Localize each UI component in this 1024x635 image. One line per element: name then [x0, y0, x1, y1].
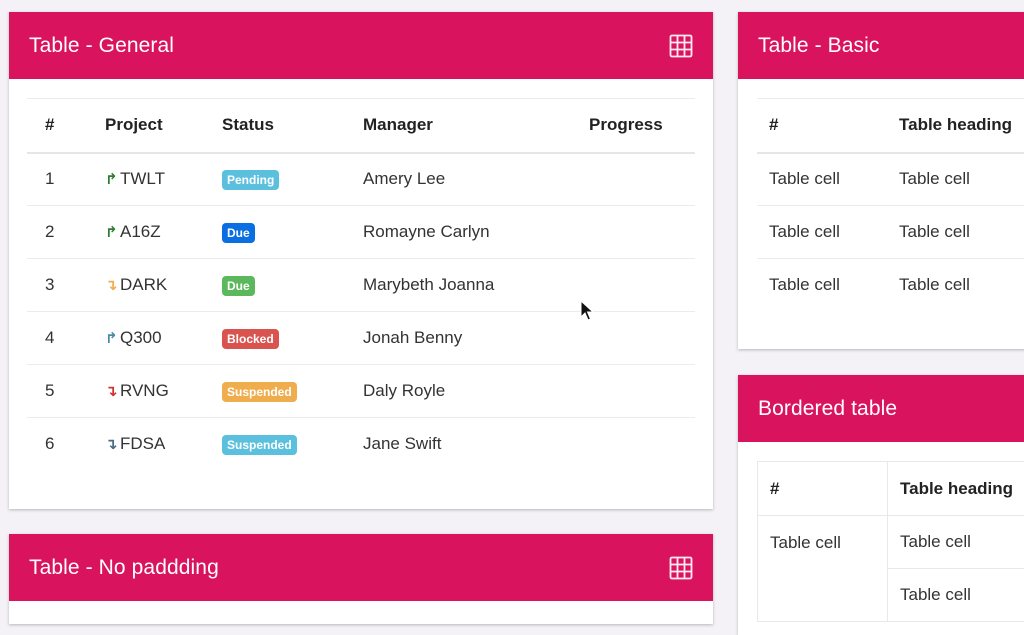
table-row: 2↱A16ZDueRomayne Carlyn — [27, 206, 695, 259]
progress-cell — [571, 259, 695, 312]
card-title: Table - No paddding — [29, 556, 219, 580]
column-header-table-heading: Table heading — [888, 462, 1024, 516]
column-header-progress: Progress — [571, 99, 695, 153]
table-no-padding-card: Table - No paddding — [9, 534, 713, 624]
project-cell: ↴FDSA — [87, 418, 204, 471]
table-header-row: # Project Status Manager Progress — [27, 99, 695, 153]
status-cell: Pending — [204, 153, 345, 206]
column-header-number: # — [758, 462, 888, 516]
project-cell: ↴RVNG — [87, 365, 204, 418]
table-row: Table cell Table cell — [757, 153, 1024, 206]
status-badge: Blocked — [222, 329, 279, 349]
project-cell: ↱Q300 — [87, 312, 204, 365]
table-cell: Table cell — [757, 259, 887, 312]
row-number: 5 — [27, 365, 87, 418]
project-name: DARK — [120, 275, 167, 295]
manager-name: Marybeth Joanna — [345, 259, 571, 312]
project-name: TWLT — [120, 169, 165, 189]
trend-up-icon: ↱ — [105, 329, 116, 347]
table-row: Table cell Table cell — [757, 206, 1024, 259]
table-cell: Table cell — [757, 153, 887, 206]
project-name: RVNG — [120, 381, 169, 401]
manager-name: Jonah Benny — [345, 312, 571, 365]
table-cell: Table cell — [757, 206, 887, 259]
table-row: 5↴RVNGSuspendedDaly Royle — [27, 365, 695, 418]
status-cell: Due — [204, 259, 345, 312]
status-cell: Blocked — [204, 312, 345, 365]
table-row: Table cell Table cell — [758, 516, 1024, 569]
status-cell: Suspended — [204, 365, 345, 418]
project-cell: ↴DARK — [87, 259, 204, 312]
table-cell: Table cell — [887, 206, 1024, 259]
trend-down-icon: ↴ — [105, 276, 116, 294]
row-number: 1 — [27, 153, 87, 206]
column-header-status: Status — [204, 99, 345, 153]
card-header: Table - General — [9, 12, 713, 79]
trend-up-icon: ↱ — [105, 170, 116, 188]
table-cell: Table cell — [888, 569, 1024, 622]
trend-down-icon: ↴ — [105, 435, 116, 453]
table-cell: Table cell — [758, 516, 888, 622]
bordered-table-card: Bordered table # Table heading Table cel… — [738, 375, 1024, 635]
grid-icon[interactable] — [669, 556, 693, 580]
table-header-row: # Table heading — [757, 99, 1024, 153]
project-name: FDSA — [120, 434, 165, 454]
grid-icon[interactable] — [669, 34, 693, 58]
status-cell: Due — [204, 206, 345, 259]
table-row: Table cell Table cell — [757, 259, 1024, 312]
trend-down-icon: ↴ — [105, 382, 116, 400]
row-number: 6 — [27, 418, 87, 471]
manager-name: Amery Lee — [345, 153, 571, 206]
basic-table: # Table heading Table cell Table cell Ta… — [757, 98, 1024, 312]
card-title: Table - General — [29, 34, 174, 58]
row-number: 4 — [27, 312, 87, 365]
row-number: 2 — [27, 206, 87, 259]
status-badge: Suspended — [222, 435, 297, 455]
manager-name: Daly Royle — [345, 365, 571, 418]
column-header-project: Project — [87, 99, 204, 153]
column-header-manager: Manager — [345, 99, 571, 153]
general-table: # Project Status Manager Progress 1↱TWLT… — [27, 98, 695, 471]
project-name: A16Z — [120, 222, 161, 242]
table-general-card: Table - General # Project Status Manager… — [9, 12, 713, 509]
table-header-row: # Table heading — [758, 462, 1024, 516]
status-badge: Due — [222, 276, 255, 296]
status-cell: Suspended — [204, 418, 345, 471]
card-title: Table - Basic — [758, 34, 880, 58]
column-header-table-heading: Table heading — [887, 99, 1024, 153]
table-cell: Table cell — [888, 516, 1024, 569]
table-row: 4↱Q300BlockedJonah Benny — [27, 312, 695, 365]
project-cell: ↱A16Z — [87, 206, 204, 259]
status-badge: Pending — [222, 170, 279, 190]
table-row: 3↴DARKDueMarybeth Joanna — [27, 259, 695, 312]
table-basic-card: Table - Basic # Table heading Table cell… — [738, 12, 1024, 349]
column-header-number: # — [757, 99, 887, 153]
progress-cell — [571, 206, 695, 259]
status-badge: Suspended — [222, 382, 297, 402]
project-cell: ↱TWLT — [87, 153, 204, 206]
card-header: Table - Basic — [738, 12, 1024, 79]
bordered-table: # Table heading Table cell Table cell Ta… — [757, 461, 1024, 622]
manager-name: Romayne Carlyn — [345, 206, 571, 259]
project-name: Q300 — [120, 328, 162, 348]
trend-up-icon: ↱ — [105, 223, 116, 241]
table-cell: Table cell — [887, 153, 1024, 206]
table-cell: Table cell — [887, 259, 1024, 312]
progress-cell — [571, 418, 695, 471]
table-row: 6↴FDSASuspendedJane Swift — [27, 418, 695, 471]
row-number: 3 — [27, 259, 87, 312]
manager-name: Jane Swift — [345, 418, 571, 471]
card-title: Bordered table — [758, 397, 897, 421]
progress-cell — [571, 312, 695, 365]
progress-cell — [571, 365, 695, 418]
table-row: 1↱TWLTPendingAmery Lee — [27, 153, 695, 206]
status-badge: Due — [222, 223, 255, 243]
column-header-number: # — [27, 99, 87, 153]
progress-cell — [571, 153, 695, 206]
card-header: Bordered table — [738, 375, 1024, 442]
card-header: Table - No paddding — [9, 534, 713, 601]
